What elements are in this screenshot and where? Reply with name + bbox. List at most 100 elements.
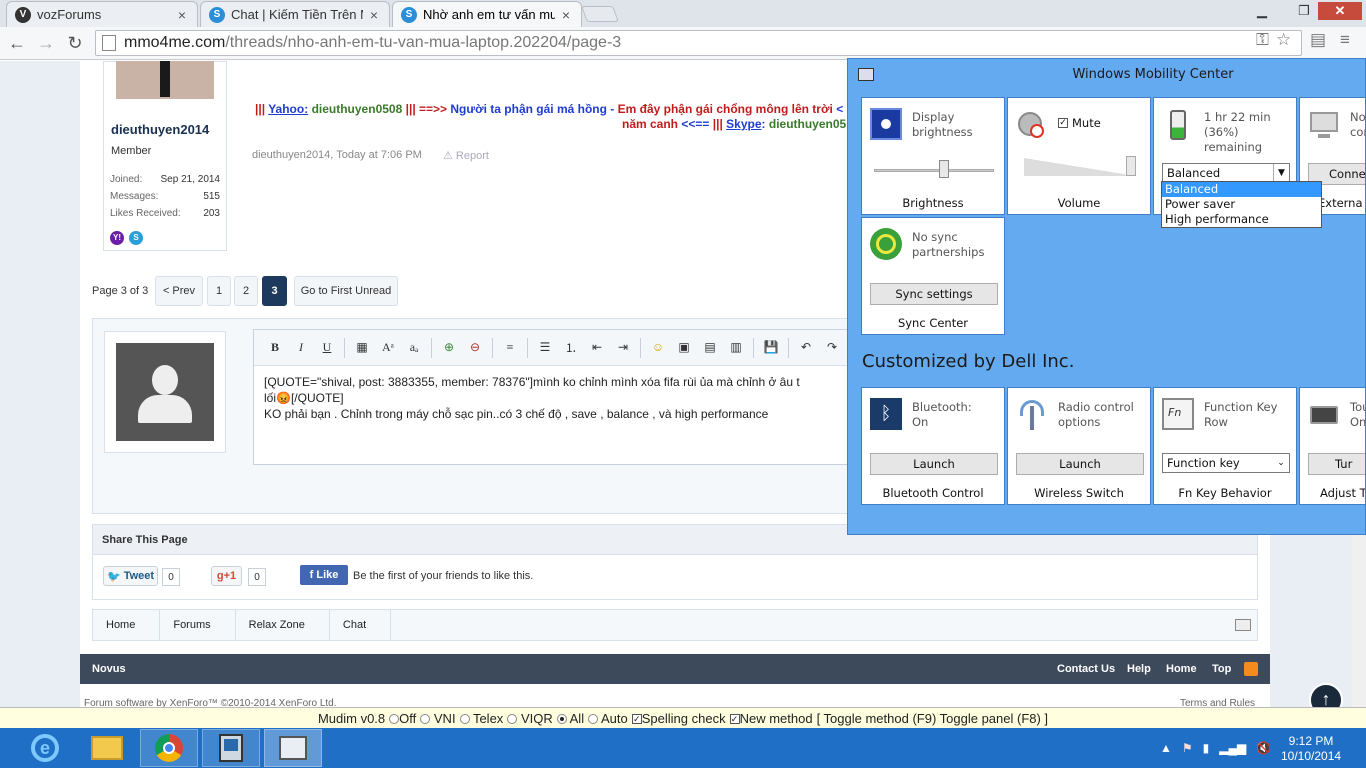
power-option-balanced[interactable]: Balanced	[1162, 182, 1321, 197]
action-center-icon[interactable]: ⚑	[1182, 741, 1193, 755]
mudim-option-all[interactable]: All	[556, 711, 584, 726]
bookmark-star-icon[interactable]: ☆	[1276, 30, 1291, 50]
page-button-2[interactable]: 2	[234, 276, 258, 306]
post-username[interactable]: dieuthuyen2014	[111, 122, 209, 137]
footer-home-link[interactable]: Home	[1166, 663, 1197, 675]
report-link[interactable]: ⚠ Report	[443, 149, 489, 162]
menu-icon[interactable]: ≡	[1340, 30, 1350, 50]
mudim-option-viqr[interactable]: VIQR	[507, 711, 553, 726]
footer-brand[interactable]: Novus	[92, 663, 126, 675]
font-size-icon[interactable]: Aᵃ	[375, 337, 401, 359]
footer-help-link[interactable]: Help	[1127, 663, 1151, 675]
mudim-toggle-help[interactable]: [ Toggle method (F9) Toggle panel (F8) ]	[817, 711, 1048, 726]
internet-explorer-icon[interactable]: e	[16, 729, 74, 767]
skype-icon[interactable]: S	[129, 231, 143, 245]
outdent-icon[interactable]: ⇤	[584, 337, 610, 359]
new-tab-button[interactable]	[581, 6, 619, 22]
back-arrow-icon[interactable]: ←	[6, 32, 28, 54]
address-bar[interactable]: mmo4me.com/threads/nho-anh-em-tu-van-mua…	[95, 30, 1302, 56]
page-button-1[interactable]: 1	[207, 276, 231, 306]
redo-icon[interactable]: ↷	[819, 337, 845, 359]
smilie-icon[interactable]: ☺	[645, 337, 671, 359]
reload-icon[interactable]: ↻	[64, 32, 86, 54]
first-unread-button[interactable]: Go to First Unread	[294, 276, 398, 306]
power-plan-dropdown-list[interactable]: Balanced Power saver High performance	[1161, 181, 1322, 228]
yahoo-icon[interactable]: Y!	[110, 231, 124, 245]
rss-icon[interactable]	[1244, 662, 1258, 676]
power-plan-select[interactable]: Balanced ▼	[1162, 163, 1290, 183]
footer-contact-link[interactable]: Contact Us	[1057, 663, 1115, 675]
sig-skype-link[interactable]: Skype	[726, 117, 761, 131]
breadcrumb-forums[interactable]: Forums	[160, 609, 236, 641]
minimize-icon[interactable]: ▁	[1248, 2, 1276, 20]
key-icon[interactable]: ⚿	[1256, 30, 1269, 50]
mute-checkbox[interactable]: ✓ Mute	[1058, 116, 1101, 130]
mudim-option-off[interactable]: Off	[389, 711, 416, 726]
chrome-icon[interactable]	[140, 729, 198, 767]
forward-arrow-icon[interactable]: →	[35, 32, 57, 54]
volume-slider-thumb[interactable]	[1126, 156, 1136, 176]
image-icon[interactable]: ▣	[671, 337, 697, 359]
wireless-launch-button[interactable]: Launch	[1016, 453, 1144, 475]
bold-icon[interactable]: B	[262, 337, 288, 359]
media-icon[interactable]: ▤	[697, 337, 723, 359]
breadcrumb-chat[interactable]: Chat	[330, 609, 392, 641]
prev-page-button[interactable]: < Prev	[155, 276, 203, 306]
indent-icon[interactable]: ⇥	[610, 337, 636, 359]
mudim-option-vni[interactable]: VNI	[420, 711, 456, 726]
facebook-like-button[interactable]: f Like	[300, 565, 348, 585]
keyboard-icon[interactable]	[1235, 619, 1251, 631]
breadcrumb-relax-zone[interactable]: Relax Zone	[236, 609, 330, 641]
tweet-button[interactable]: 🐦 Tweet	[103, 566, 158, 586]
sig-yahoo-link[interactable]: Yahoo:	[268, 102, 308, 116]
tab-vozforums[interactable]: V vozForums ×	[6, 1, 198, 27]
mudim-option-telex[interactable]: Telex	[459, 711, 503, 726]
code-icon[interactable]: ▥	[723, 337, 749, 359]
reply-avatar[interactable]	[104, 331, 226, 453]
tab-active-thread[interactable]: S Nhờ anh em tư vấn mua l ×	[392, 1, 582, 27]
footer-top-link[interactable]: Top	[1212, 663, 1231, 675]
volume-muted-icon[interactable]: 🔇	[1256, 741, 1271, 755]
scroll-to-top-icon[interactable]: ↑	[1309, 683, 1343, 707]
undo-icon[interactable]: ↶	[793, 337, 819, 359]
taskbar-clock[interactable]: 9:12 PM 10/10/2014	[1281, 734, 1341, 764]
user-avatar[interactable]	[116, 61, 214, 99]
brightness-slider-track[interactable]	[874, 169, 994, 172]
close-tab-icon[interactable]: ×	[367, 7, 381, 23]
sync-settings-button[interactable]: Sync settings	[870, 283, 998, 305]
mudim-option-auto[interactable]: Auto	[588, 711, 628, 726]
numbered-list-icon[interactable]: ⒈	[558, 337, 584, 359]
fn-key-select[interactable]: Function key ⌄	[1162, 453, 1290, 473]
align-icon[interactable]: ≡	[497, 337, 523, 359]
underline-icon[interactable]: U	[314, 337, 340, 359]
close-tab-icon[interactable]: ×	[559, 7, 573, 23]
tab-chat[interactable]: S Chat | Kiếm Tiền Trên Mạ ×	[200, 1, 390, 27]
battery-tray-icon[interactable]: ▮	[1203, 741, 1210, 755]
save-draft-icon[interactable]: 💾	[758, 337, 784, 359]
brightness-slider-thumb[interactable]	[939, 160, 949, 178]
font-family-icon[interactable]: aₐ	[401, 337, 427, 359]
mudim-new-method[interactable]: ✓New method	[729, 711, 813, 726]
mudim-spell-check[interactable]: ✓Spelling check	[631, 711, 726, 726]
bluetooth-launch-button[interactable]: Launch	[870, 453, 998, 475]
page-button-current[interactable]: 3	[262, 276, 287, 306]
file-explorer-icon[interactable]	[78, 729, 136, 767]
post-meta[interactable]: dieuthuyen2014, Today at 7:06 PM	[252, 149, 422, 161]
breadcrumb-home[interactable]: Home	[93, 609, 161, 641]
italic-icon[interactable]: I	[288, 337, 314, 359]
message-editor[interactable]: B I U ▦ Aᵃ aₐ ⊕ ⊖ ≡ ☰ ⒈ ⇤ ⇥ ☺ ▣ ▤ ▥ 💾 ↶	[253, 329, 873, 465]
unlink-icon[interactable]: ⊖	[462, 337, 488, 359]
mobility-center-taskbar-icon[interactable]	[264, 729, 322, 767]
editor-content[interactable]: [QUOTE="shival, post: 3883355, member: 7…	[254, 366, 872, 430]
extension-icon[interactable]: ▤	[1310, 30, 1326, 50]
power-option-high-performance[interactable]: High performance	[1162, 212, 1321, 227]
close-tab-icon[interactable]: ×	[175, 7, 189, 23]
bullet-list-icon[interactable]: ☰	[532, 337, 558, 359]
show-hidden-icons-icon[interactable]: ▲	[1160, 741, 1172, 755]
terms-link[interactable]: Terms and Rules	[1180, 698, 1255, 707]
window-close-icon[interactable]: ✕	[1318, 2, 1362, 20]
computer-app-icon[interactable]	[202, 729, 260, 767]
touchpad-button[interactable]: Tur	[1308, 453, 1365, 475]
link-icon[interactable]: ⊕	[436, 337, 462, 359]
restore-icon[interactable]: ❐	[1290, 2, 1318, 20]
